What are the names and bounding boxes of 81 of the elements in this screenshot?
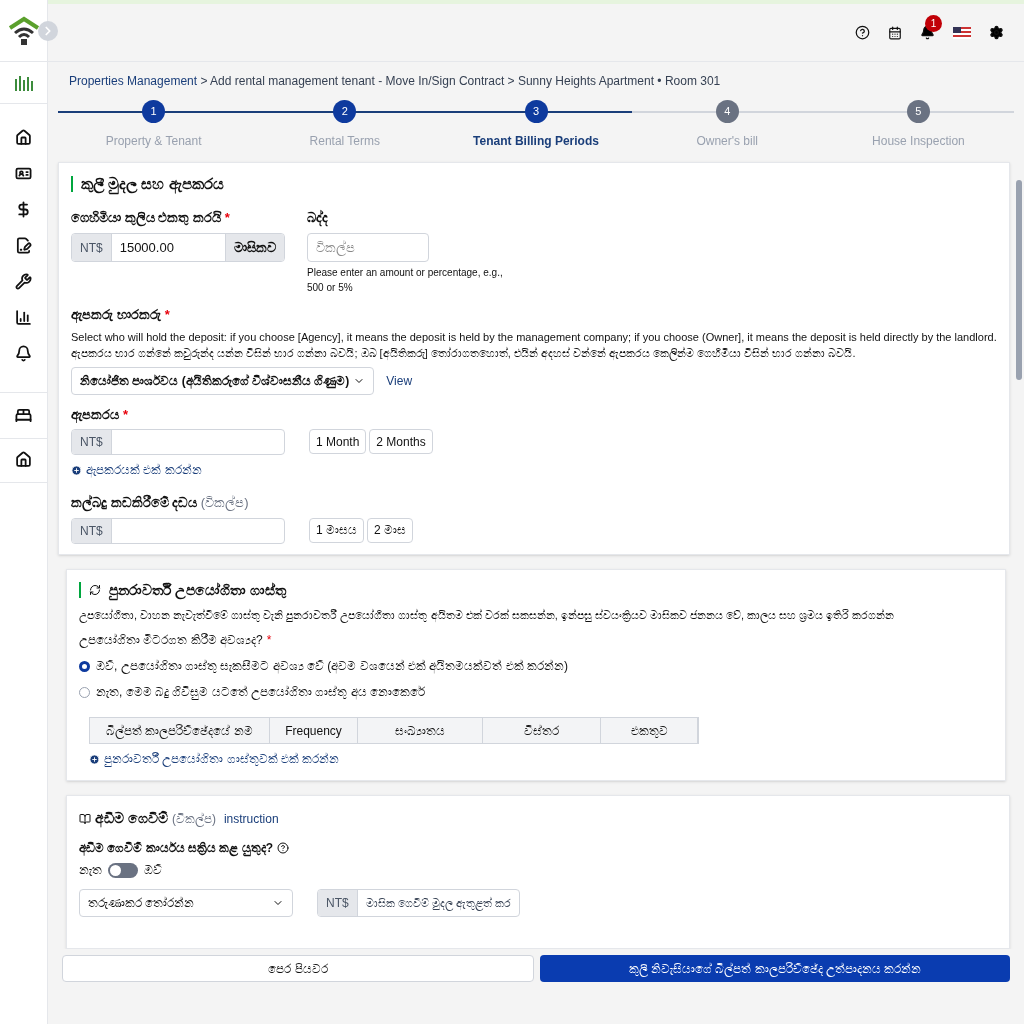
step-label[interactable]: Tenant Billing Periods bbox=[473, 132, 599, 150]
section-description: උපයෝගිතා, වාහන නැවැත්වීමේ ගාස්තු වැනි පුනරාවර්තී උපයෝගිතා ගාස්තු අයිතම එක් වරක් සකසන්න, ඉන්පසු ස්වයංක්‍රියව මාසිකව ජනනය වේ, කාලය සහ ශ්‍රමය ඉතිරි කරගන්න bbox=[79, 607, 896, 623]
step-number[interactable]: 4 bbox=[715, 100, 739, 123]
book-icon bbox=[79, 812, 91, 825]
breadcrumb-link[interactable]: Properties Management bbox=[69, 74, 198, 88]
help-text: Please enter an amount or percentage, e.g., 500 or 5% bbox=[307, 266, 504, 295]
select-dropdown[interactable]: තරුණාකර තෝරන්න bbox=[79, 889, 293, 917]
optional-label: (විකල්ප) bbox=[200, 495, 249, 510]
month-preset-button[interactable]: 1 Month bbox=[309, 429, 367, 454]
radio-label: ඔව්, උපයෝගිතා ගාස්තු සැකසීමට අවශ්‍ය වේ (අවම වශයෙන් එක් අයිතමයක්වත් එක් කරන්න) bbox=[96, 658, 568, 675]
step-number[interactable]: 5 bbox=[906, 100, 930, 123]
refresh-icon bbox=[89, 584, 101, 596]
currency-prefix: NT$ bbox=[72, 430, 112, 454]
id-card-icon[interactable] bbox=[15, 165, 32, 182]
table-header-cell: Frequency bbox=[270, 718, 358, 743]
flag-icon[interactable] bbox=[953, 26, 971, 39]
toggle-on-label: ඔව් bbox=[144, 862, 162, 879]
toggle-switch[interactable] bbox=[108, 862, 138, 878]
radio-button[interactable] bbox=[79, 660, 90, 672]
period-suffix: මාසිකව bbox=[225, 234, 284, 261]
house-icon[interactable] bbox=[15, 451, 32, 468]
help-icon[interactable] bbox=[277, 842, 289, 854]
deposit-amount-field[interactable]: NT$ bbox=[71, 429, 285, 455]
required-mark: * bbox=[164, 307, 170, 322]
deposit-holder-select[interactable]: නියෝජිත පාර්ශවය (අයිතිකරුගේ විශ්වාසනීය ගිණුම) bbox=[71, 366, 375, 395]
radio-label: නැත, මෙම බදු ගිවිසුම යටතේ උපයෝගිතා ගාස්තු අය නොකෙරේ bbox=[96, 684, 425, 701]
generate-billing-periods-button[interactable]: කුලී නිවැසියාගේ බිල්පත් කාලපරිච්ඡේද උත්පාදනය කරන්න bbox=[540, 955, 1010, 982]
month-preset-button[interactable]: 2 මාස bbox=[367, 517, 414, 543]
instruction-link[interactable]: instruction bbox=[223, 809, 279, 828]
bar-chart-icon[interactable] bbox=[15, 309, 32, 326]
month-preset-button[interactable]: 2 Months bbox=[369, 429, 433, 454]
required-mark: * bbox=[123, 406, 129, 422]
field-label: උපයෝගිතා මීටරගත කිරීම අවශ්‍යද? bbox=[79, 633, 263, 647]
home-icon[interactable] bbox=[15, 129, 32, 146]
add-utility-fee-link[interactable]: පුනරාවර්තී උපයෝගිතා ගාස්තුවක් එක් කරන්න bbox=[89, 750, 340, 768]
help-text: ඇපකරය භාර ගන්නේ කවුරුන්ද යන්න විසින් භාර ගන්නා බවයි; ඔබ [අයිතිකරු] තෝරාගතහොත්, එයින් අදහස් වන්නේ ඇපකරය කෙලින්ම ගෙහිමියා විසින් භාර ගන්නා බවයි. bbox=[71, 346, 857, 362]
notification-badge: 1 bbox=[925, 15, 942, 32]
table-header-cell: එකතුව bbox=[601, 718, 698, 743]
section-title: කුලී මුදල සහ ඇපකරය bbox=[81, 173, 224, 196]
dollar-icon[interactable] bbox=[15, 201, 32, 218]
section-title: පුනරාවර්තී උපයෝගිතා ගාස්තු bbox=[109, 579, 286, 601]
rent-amount-field[interactable]: NT$ 15000.00 මාසිකව bbox=[71, 233, 285, 262]
penalty-amount-field[interactable]: NT$ bbox=[71, 517, 285, 544]
calendar-icon[interactable] bbox=[888, 25, 902, 40]
currency-prefix: NT$ bbox=[318, 890, 358, 916]
previous-step-button[interactable]: පෙර පියවර bbox=[62, 955, 534, 982]
table-header-cell: සංඛ්‍යාතය bbox=[358, 718, 483, 743]
help-icon[interactable] bbox=[855, 25, 870, 40]
monthly-amount-field[interactable]: NT$ මාසික ගෙවීම් මුදල ඇතුළත් කර bbox=[317, 889, 520, 917]
month-preset-button[interactable]: 1 මාසය bbox=[309, 517, 364, 543]
field-label: ඇපකරය bbox=[71, 406, 119, 422]
field-label: ඇපකරු භාරකරු bbox=[71, 307, 161, 322]
view-link[interactable]: View bbox=[386, 371, 413, 390]
add-deposit-link[interactable]: ඇපකරයක් එක් කරන්න bbox=[71, 461, 202, 479]
currency-prefix: NT$ bbox=[72, 518, 112, 543]
step-number[interactable]: 1 bbox=[142, 100, 166, 123]
optional-label: (විකල්ප) bbox=[171, 810, 216, 828]
field-label: අඩිම ගෙවීම් කාර්යය සක්‍රිය කළ යුතුද? bbox=[79, 840, 273, 857]
toggle-off-label: නැත bbox=[79, 862, 102, 879]
required-mark: * bbox=[266, 633, 272, 647]
help-text: Select who will hold the deposit: if you choose [Agency], it means the deposit is held by the management company; if you choose (Owner], it means the deposit is held directly by the landlord. bbox=[71, 329, 997, 345]
breadcrumb-path: > Add rental management tenant - Move In/Sign Contract > Sunny Heights Apartment • Room 301 bbox=[199, 74, 721, 88]
section-title: අඩිම ගෙවීම් bbox=[95, 809, 168, 829]
field-label: බද්ද bbox=[307, 208, 329, 227]
step-number[interactable]: 3 bbox=[524, 100, 548, 123]
currency-prefix: NT$ bbox=[72, 234, 112, 261]
field-label: කල්බදු කඩකිරීමේ දඩය bbox=[71, 495, 198, 510]
wifi-house-logo-icon bbox=[6, 15, 41, 46]
bed-icon[interactable] bbox=[15, 407, 32, 424]
table-header-cell: බිල්පත් කාලපරිච්ඡේදයේ නම bbox=[90, 718, 270, 743]
required-mark: * bbox=[224, 209, 230, 225]
step-number[interactable]: 2 bbox=[333, 100, 357, 123]
table-header-cell: විස්තර bbox=[483, 718, 601, 743]
settings-icon[interactable] bbox=[989, 25, 1004, 40]
tax-input-field[interactable]: විකල්ප bbox=[307, 233, 429, 262]
wrench-icon[interactable] bbox=[15, 273, 32, 290]
bell-icon[interactable] bbox=[15, 345, 32, 362]
signature-icon[interactable] bbox=[15, 237, 32, 254]
plus-circle-icon bbox=[89, 753, 100, 765]
plus-circle-icon bbox=[71, 464, 82, 476]
field-label: ගෙහිමියා කුලිය එකතු කරයි bbox=[71, 209, 221, 225]
